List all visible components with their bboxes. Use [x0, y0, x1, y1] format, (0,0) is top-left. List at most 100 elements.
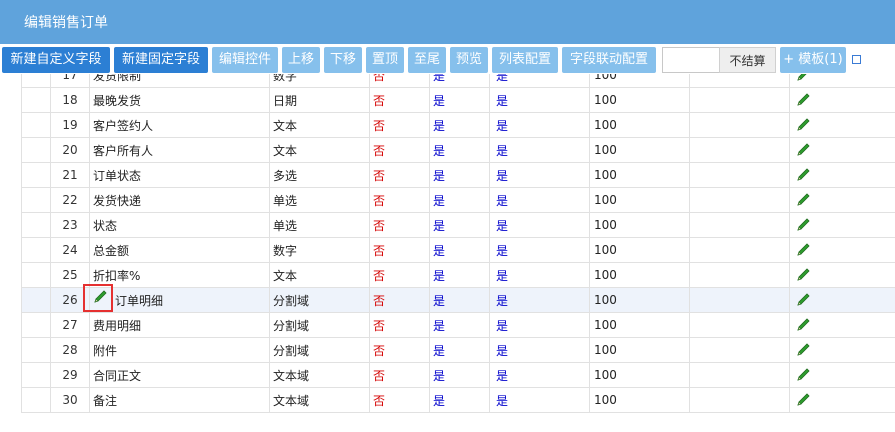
toolbar-search-input[interactable]	[662, 47, 720, 73]
add-template-button[interactable]: + 模板(1)	[780, 47, 846, 73]
show-cell: 是	[429, 87, 490, 113]
edit-cell[interactable]	[789, 137, 895, 163]
table-row[interactable]: 30 备注 文本域 否 是 是 100	[21, 387, 895, 413]
move-up-button[interactable]: 上移	[282, 47, 320, 73]
extra-cell	[689, 112, 790, 138]
edit-cell[interactable]	[789, 162, 895, 188]
table-row[interactable]: 20 客户所有人 文本 否 是 是 100	[21, 137, 895, 163]
to-top-button[interactable]: 置顶	[366, 47, 404, 73]
row-checkbox-cell[interactable]	[21, 74, 51, 88]
new-fixed-field-button[interactable]: 新建固定字段	[114, 47, 208, 73]
table-row[interactable]: 23 状态 单选 否 是 是 100	[21, 212, 895, 238]
row-26-pencil-icon[interactable]	[92, 289, 108, 305]
row-checkbox-cell[interactable]	[21, 262, 51, 288]
row-checkbox-cell[interactable]	[21, 112, 51, 138]
field-table-viewport[interactable]: 17 发货限制 数字否是是 100 18 最晚发货 日期否是是 100 19 客户签约人 文本否是是…	[21, 74, 895, 432]
row-checkbox-cell[interactable]	[21, 312, 51, 338]
table-row[interactable]: 26 订单明细 分割域 否 是 是 100	[21, 287, 895, 313]
to-bottom-button[interactable]: 至尾	[408, 47, 446, 73]
extra-cell	[689, 287, 790, 313]
pencil-icon[interactable]	[795, 393, 811, 407]
edit-cell[interactable]	[789, 74, 895, 88]
show-cell-text: 是	[433, 243, 446, 258]
row-checkbox-cell[interactable]	[21, 287, 51, 313]
field-type-cell-text: 数字	[273, 74, 298, 83]
required-cell: 否	[369, 387, 430, 413]
edit-cell[interactable]	[789, 212, 895, 238]
preview-button[interactable]: 预览	[450, 47, 488, 73]
pencil-icon[interactable]	[795, 268, 811, 282]
row-checkbox-cell[interactable]	[21, 212, 51, 238]
table-row[interactable]: 21 订单状态 多选 否 是 是 100	[21, 162, 895, 188]
field-name-cell-text: 发货限制	[93, 74, 142, 83]
query-cell-text: 是	[496, 343, 509, 358]
pencil-icon[interactable]	[795, 243, 811, 257]
edit-cell[interactable]	[789, 262, 895, 288]
field-name-cell: 订单状态	[89, 162, 270, 188]
field-type-cell: 文本域	[269, 387, 370, 413]
pencil-icon[interactable]	[795, 293, 811, 307]
table-row[interactable]: 22 发货快递 单选 否 是 是 100	[21, 187, 895, 213]
row-checkbox-cell[interactable]	[21, 162, 51, 188]
field-name-cell-text: 合同正文	[93, 368, 142, 383]
row-checkbox-cell[interactable]	[21, 387, 51, 413]
pencil-icon[interactable]	[795, 143, 811, 157]
show-cell-text: 是	[433, 318, 446, 333]
show-cell: 是	[429, 387, 490, 413]
table-row[interactable]: 29 合同正文 文本域 否 是 是 100	[21, 362, 895, 388]
row-checkbox-cell[interactable]	[21, 87, 51, 113]
pencil-icon[interactable]	[795, 343, 811, 357]
table-row[interactable]: 24 总金额 数字 否 是 是 100	[21, 237, 895, 263]
query-cell: 是	[489, 212, 590, 238]
no-settle-button[interactable]: 不结算	[719, 47, 776, 73]
pencil-icon[interactable]	[795, 74, 811, 82]
width-cell-text: 100	[594, 218, 617, 232]
field-type-cell: 文本	[269, 137, 370, 163]
required-cell-text: 否	[373, 268, 386, 283]
list-config-button[interactable]: 列表配置	[492, 47, 558, 73]
pencil-icon[interactable]	[795, 193, 811, 207]
field-linkage-config-button[interactable]: 字段联动配置	[562, 47, 656, 73]
edit-cell[interactable]	[789, 337, 895, 363]
edit-cell[interactable]	[789, 112, 895, 138]
edit-cell[interactable]	[789, 87, 895, 113]
row-checkbox-cell[interactable]	[21, 237, 51, 263]
edit-cell[interactable]	[789, 187, 895, 213]
field-name-cell-text: 订单状态	[93, 168, 142, 183]
required-cell: 否	[369, 187, 430, 213]
pencil-icon[interactable]	[795, 218, 811, 232]
edit-control-button[interactable]: 编辑控件	[212, 47, 278, 73]
row-checkbox-cell[interactable]	[21, 337, 51, 363]
extra-cell	[689, 237, 790, 263]
extra-cell	[689, 187, 790, 213]
table-row[interactable]: 28 附件 分割域 否 是 是 100	[21, 337, 895, 363]
show-cell: 是	[429, 262, 490, 288]
pencil-icon[interactable]	[795, 318, 811, 332]
row-checkbox-cell[interactable]	[21, 137, 51, 163]
table-row[interactable]: 18 最晚发货 日期 否 是 是 100	[21, 87, 895, 113]
pencil-icon[interactable]	[795, 93, 811, 107]
table-row[interactable]: 25 折扣率% 文本 否 是 是 100	[21, 262, 895, 288]
field-type-cell-text: 分割域	[273, 318, 310, 333]
edit-cell[interactable]	[789, 312, 895, 338]
field-name-cell: 发货快递	[89, 187, 270, 213]
edit-cell[interactable]	[789, 237, 895, 263]
edit-cell[interactable]	[789, 362, 895, 388]
table-row[interactable]: 19 客户签约人 文本 否 是 是 100	[21, 112, 895, 138]
edit-cell[interactable]	[789, 287, 895, 313]
pencil-icon[interactable]	[795, 168, 811, 182]
row-checkbox-cell[interactable]	[21, 362, 51, 388]
width-cell: 100	[589, 362, 690, 388]
new-custom-field-button[interactable]: 新建自定义字段	[2, 47, 110, 73]
toolbar-checkbox[interactable]	[852, 55, 861, 64]
pencil-icon[interactable]	[795, 118, 811, 132]
move-down-button[interactable]: 下移	[324, 47, 362, 73]
edit-cell[interactable]	[789, 387, 895, 413]
table-row[interactable]: 17 发货限制 数字 否 是 是 100	[21, 74, 895, 88]
window-titlebar: 编辑销售订单	[0, 0, 895, 44]
row-checkbox-cell[interactable]	[21, 187, 51, 213]
table-row[interactable]: 27 费用明细 分割域 否 是 是 100	[21, 312, 895, 338]
show-cell-text: 是	[433, 293, 446, 308]
pencil-icon[interactable]	[795, 368, 811, 382]
row-number: 24	[50, 237, 90, 263]
